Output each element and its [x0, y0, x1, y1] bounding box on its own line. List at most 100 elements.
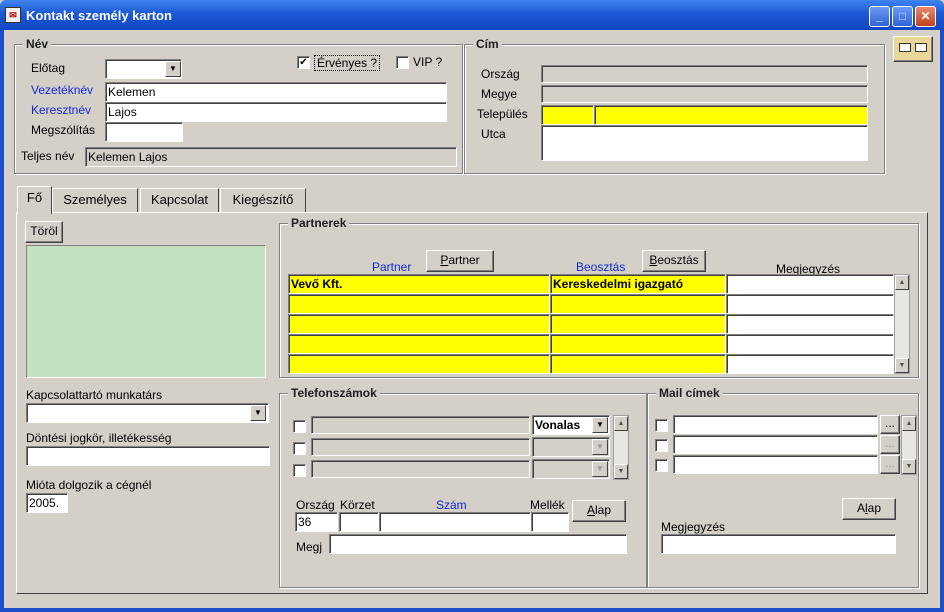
- window-client: Név Előtag ▼ ✔ Érvényes ? VIP ? Vezetékn…: [4, 30, 940, 608]
- close-button[interactable]: ✕: [915, 6, 936, 27]
- telefon-szam-label: Szám: [436, 498, 467, 512]
- telefon-checkbox[interactable]: [293, 464, 306, 477]
- partner-button-label: artner: [448, 253, 480, 267]
- telefon-mellek-label: Mellék: [530, 498, 565, 512]
- beosztas-cell[interactable]: [550, 314, 726, 334]
- nev-group: Név Előtag ▼ ✔ Érvényes ? VIP ? Vezetékn…: [14, 37, 463, 174]
- telefon-alap-label: lap: [595, 503, 612, 517]
- tab-fo[interactable]: Fő: [17, 186, 52, 214]
- beosztas-column-header: Beosztás: [576, 260, 626, 274]
- kapcsolattarto-label: Kapcsolattartó munkatárs: [26, 388, 163, 402]
- scroll-up-icon[interactable]: ▲: [902, 416, 916, 431]
- telefon-alap-button[interactable]: Alap: [572, 500, 626, 522]
- mail-ellipsis-button: ...: [880, 435, 900, 454]
- vezeteknev-field[interactable]: Kelemen: [105, 82, 447, 102]
- partnerek-scrollbar[interactable]: ▲ ▼: [894, 274, 910, 374]
- partner-cell[interactable]: [288, 314, 550, 334]
- mail-ellipsis-button: ...: [880, 455, 900, 474]
- megszolitas-field[interactable]: [105, 122, 183, 142]
- telefon-checkbox[interactable]: [293, 420, 306, 433]
- telefon-scrollbar[interactable]: ▲ ▼: [613, 415, 629, 480]
- tab-szemelyes[interactable]: Személyes: [52, 188, 138, 212]
- keresztnev-field[interactable]: Lajos: [105, 102, 447, 122]
- keresztnev-label: Keresztnév: [31, 103, 92, 117]
- telefon-checkbox[interactable]: [293, 442, 306, 455]
- telefon-number-field: [311, 438, 530, 456]
- scroll-down-icon[interactable]: ▼: [902, 459, 916, 474]
- mail-field[interactable]: [673, 435, 878, 454]
- main-window: ✉ Kontakt személy karton _ □ ✕ Név Előta…: [0, 0, 944, 612]
- telefon-korzet-field[interactable]: [339, 512, 379, 532]
- telefon-megj-field[interactable]: [329, 534, 627, 554]
- partner-button[interactable]: Partner: [426, 250, 494, 272]
- utca-field[interactable]: [541, 125, 868, 161]
- mail-group-title: Mail címek: [656, 386, 723, 400]
- vezeteknev-label: Vezetéknév: [31, 83, 94, 97]
- tab-kiegeszito[interactable]: Kiegészítő: [220, 188, 306, 212]
- cards-icon[interactable]: [893, 36, 933, 62]
- megszolitas-label: Megszólítás: [31, 123, 96, 137]
- kapcsolattarto-dropdown-arrow[interactable]: ▼: [250, 405, 266, 421]
- telefon-type-dropdown-arrow: ▼: [592, 461, 608, 477]
- tab-kapcsolat[interactable]: Kapcsolat: [140, 188, 219, 212]
- kapcsolattarto-combo[interactable]: [26, 403, 269, 423]
- telefon-szam-field[interactable]: [379, 512, 531, 532]
- orszag-field: [541, 65, 868, 83]
- cim-group-title: Cím: [473, 37, 502, 51]
- ervenyes-label[interactable]: Érvényes ?: [314, 55, 381, 71]
- photo-area[interactable]: [26, 245, 266, 378]
- nev-group-title: Név: [23, 37, 52, 51]
- megjegyzes-cell[interactable]: [726, 314, 894, 334]
- window-title: Kontakt személy karton: [26, 8, 172, 23]
- mail-checkbox[interactable]: [655, 459, 668, 472]
- telefon-mellek-field[interactable]: [531, 512, 569, 532]
- dontesi-field[interactable]: [26, 446, 270, 466]
- mail-field[interactable]: [673, 415, 878, 434]
- scroll-up-icon[interactable]: ▲: [614, 416, 628, 431]
- mail-scrollbar[interactable]: ▲ ▼: [901, 415, 917, 475]
- scroll-up-icon[interactable]: ▲: [895, 275, 909, 290]
- megjegyzes-cell[interactable]: [726, 294, 894, 314]
- vip-label[interactable]: VIP ?: [413, 55, 442, 69]
- title-bar[interactable]: ✉ Kontakt személy karton _ □ ✕: [0, 0, 944, 30]
- beosztas-cell[interactable]: [550, 334, 726, 354]
- elotag-dropdown-arrow[interactable]: ▼: [165, 61, 181, 77]
- mioda-field[interactable]: 2005.: [26, 493, 68, 513]
- partner-cell[interactable]: Vevő Kft.: [288, 274, 550, 294]
- telefon-orszag-field[interactable]: 36: [295, 512, 338, 532]
- maximize-button[interactable]: □: [892, 6, 913, 27]
- mail-ellipsis-button[interactable]: ...: [880, 415, 900, 434]
- partner-cell[interactable]: [288, 334, 550, 354]
- scroll-down-icon[interactable]: ▼: [895, 358, 909, 373]
- mail-alap-button[interactable]: Alap: [842, 498, 896, 520]
- torol-button[interactable]: Töröl: [25, 221, 63, 243]
- iranyitoszam-field[interactable]: [541, 105, 594, 125]
- partnerek-group-title: Partnerek: [288, 216, 350, 230]
- telefon-type-dropdown-arrow[interactable]: ▼: [592, 417, 608, 433]
- teljes-nev-field: Kelemen Lajos: [85, 147, 457, 167]
- telepules-label: Település: [477, 107, 528, 121]
- megjegyzes-cell[interactable]: [726, 274, 894, 294]
- mail-checkbox[interactable]: [655, 419, 668, 432]
- megjegyzes-cell[interactable]: [726, 334, 894, 354]
- mail-megjegyzes-field[interactable]: [661, 534, 896, 554]
- mail-alap-label: ap: [867, 501, 882, 515]
- partner-cell[interactable]: [288, 354, 550, 374]
- ervenyes-checkbox[interactable]: ✔: [297, 56, 310, 69]
- app-icon[interactable]: ✉: [5, 7, 21, 23]
- beosztas-cell[interactable]: [550, 354, 726, 374]
- orszag-label: Ország: [481, 67, 520, 81]
- minimize-button[interactable]: _: [869, 6, 890, 27]
- vip-checkbox[interactable]: [396, 56, 409, 69]
- partnerek-group: Partnerek Partner Partner Beosztás Beosz…: [279, 216, 919, 378]
- megjegyzes-cell[interactable]: [726, 354, 894, 374]
- mail-field[interactable]: [673, 455, 878, 474]
- scroll-down-icon[interactable]: ▼: [614, 464, 628, 479]
- megye-label: Megye: [481, 87, 518, 101]
- telepules-field[interactable]: [594, 105, 868, 125]
- beosztas-cell[interactable]: [550, 294, 726, 314]
- beosztas-cell[interactable]: Kereskedelmi igazgató: [550, 274, 726, 294]
- partner-cell[interactable]: [288, 294, 550, 314]
- mail-checkbox[interactable]: [655, 439, 668, 452]
- beosztas-button[interactable]: Beosztás: [642, 250, 706, 272]
